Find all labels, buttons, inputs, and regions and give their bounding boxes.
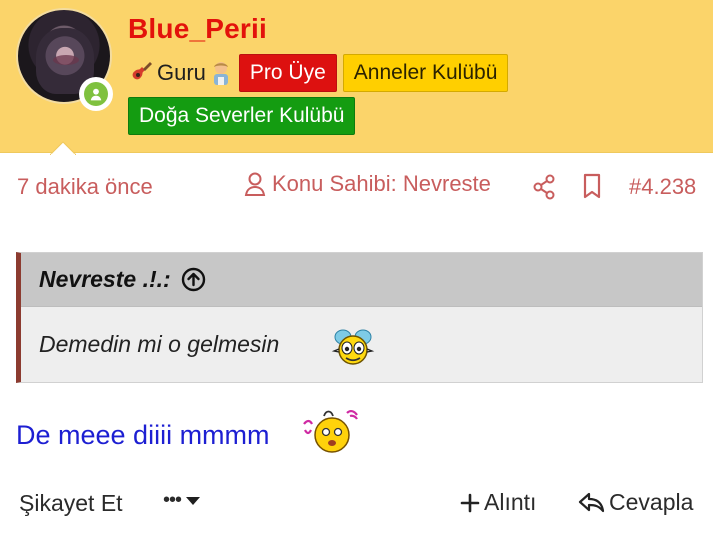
quote-button[interactable]: Alıntı (460, 489, 536, 516)
more-actions-button[interactable]: ••• (163, 489, 201, 512)
post-meta: 7 dakika önce Konu Sahibi: Nevreste #4.2… (0, 168, 713, 204)
nature-club-tag: Doğa Severler Kulübü (128, 97, 356, 135)
club-row: Doğa Severler Kulübü (128, 97, 356, 135)
person-icon (84, 82, 108, 106)
guitar-icon (128, 60, 154, 86)
dizzy-smiley-icon (303, 409, 358, 453)
quote-author[interactable]: Nevreste .!.: (39, 266, 171, 293)
bookmark-icon[interactable] (580, 172, 604, 200)
share-icon[interactable] (530, 173, 558, 201)
user-outline-icon (244, 172, 266, 196)
speech-tip (50, 141, 76, 155)
quote-header: Nevreste .!.: (21, 253, 702, 307)
report-button[interactable]: Şikayet Et (19, 490, 123, 517)
avatar[interactable] (16, 8, 113, 111)
quote-label: Alıntı (484, 489, 537, 515)
post-number-link[interactable]: #4.238 (629, 174, 696, 200)
reply-icon (577, 491, 605, 515)
topic-owner-text: Konu Sahibi: Nevreste (272, 171, 491, 196)
user-header: Blue_Perii Guru Pro Üye Anneler Kulübü D… (0, 0, 713, 155)
mothers-club-tag: Anneler Kulübü (342, 54, 509, 92)
post-time[interactable]: 7 dakika önce (17, 174, 153, 200)
more-dots-label: ••• (163, 489, 182, 511)
reply-button[interactable]: Cevapla (577, 489, 693, 516)
plus-icon (460, 493, 480, 513)
pro-member-tag: Pro Üye (238, 54, 337, 92)
username[interactable]: Blue_Perii (128, 13, 267, 45)
caret-down-icon (185, 495, 201, 507)
online-status-badge (79, 77, 113, 111)
post-message: De meee diiii mmmm (16, 420, 270, 450)
post-actions: Şikayet Et ••• Alıntı Cevapla (0, 484, 713, 524)
rank-label: Guru (128, 60, 233, 86)
arrow-up-circle-icon[interactable] (181, 267, 206, 292)
bee-smiley-icon (331, 329, 375, 365)
teacher-icon (209, 60, 233, 86)
topic-owner: Konu Sahibi: Nevreste (244, 171, 491, 197)
rank-text: Guru (157, 60, 206, 85)
reply-label: Cevapla (609, 489, 694, 515)
user-badges-row: Guru Pro Üye Anneler Kulübü (128, 54, 509, 92)
